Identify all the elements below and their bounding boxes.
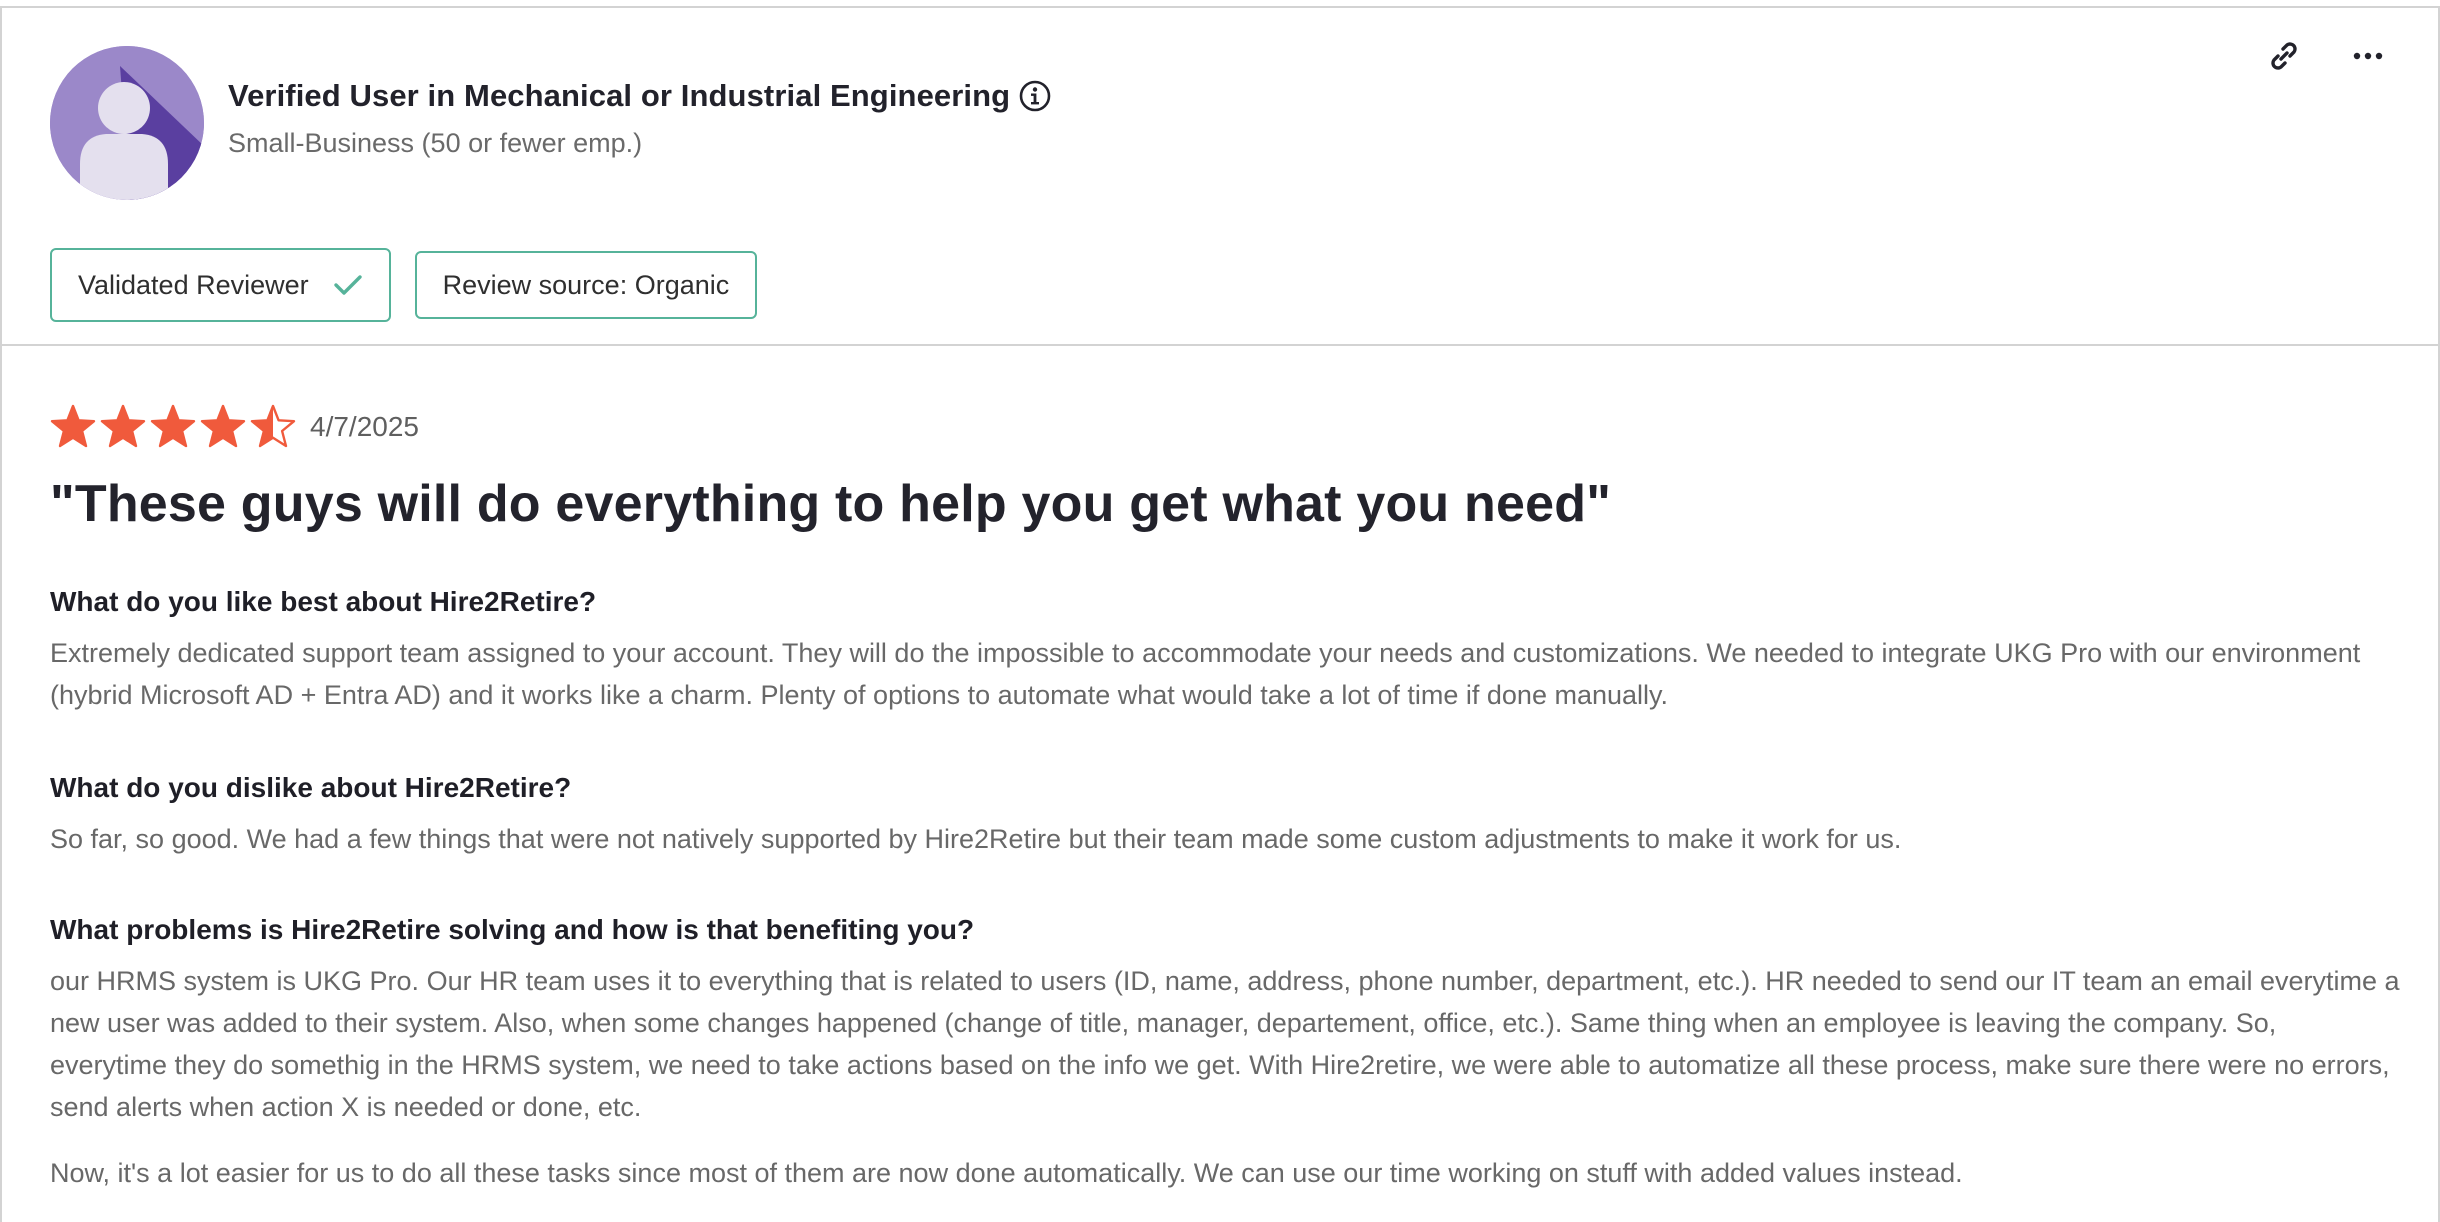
reviewer-badges: Validated Reviewer Review source: Organi… — [50, 248, 758, 322]
review-source-badge: Review source: Organic — [414, 251, 758, 319]
qa-section-problems: What problems is Hire2Retire solving and… — [50, 914, 2400, 1194]
rating-row: 4/7/2025 — [50, 404, 419, 450]
reviewer-company-size: Small-Business (50 or fewer emp.) — [228, 128, 643, 158]
star-full-icon — [150, 404, 196, 448]
reviewer-title-row: Verified User in Mechanical or Industria… — [228, 78, 1052, 114]
review-card: Verified User in Mechanical or Industria… — [0, 6, 2440, 1222]
star-rating — [50, 404, 296, 450]
question-heading: What problems is Hire2Retire solving and… — [50, 914, 975, 945]
link-icon[interactable] — [2266, 38, 2302, 74]
avatar — [50, 46, 204, 200]
review-header: Verified User in Mechanical or Industria… — [2, 8, 2438, 346]
star-full-icon — [50, 404, 96, 448]
qa-section-like: What do you like best about Hire2Retire?… — [50, 586, 2400, 716]
question-heading: What do you dislike about Hire2Retire? — [50, 772, 572, 803]
star-full-icon — [100, 404, 146, 448]
more-horizontal-icon[interactable] — [2350, 38, 2386, 74]
review-actions — [2266, 38, 2386, 74]
question-heading: What do you like best about Hire2Retire? — [50, 586, 597, 617]
qa-section-dislike: What do you dislike about Hire2Retire? S… — [50, 772, 2400, 860]
review-date: 4/7/2025 — [310, 411, 419, 442]
validated-reviewer-badge: Validated Reviewer — [50, 248, 391, 322]
reviewer-title: Verified User in Mechanical or Industria… — [228, 78, 1011, 113]
validated-reviewer-label: Validated Reviewer — [78, 269, 309, 300]
answer-paragraph: So far, so good. We had a few things tha… — [50, 824, 1902, 854]
answer-paragraph: Now, it's a lot easier for us to do all … — [50, 1158, 1963, 1188]
answer-paragraph: Extremely dedicated support team assigne… — [50, 638, 2361, 710]
star-full-icon — [200, 404, 246, 448]
star-half-icon — [250, 404, 296, 448]
info-icon[interactable] — [1018, 79, 1052, 113]
review-title: "These guys will do everything to help y… — [50, 475, 1612, 533]
check-icon — [333, 273, 363, 297]
review-source-label: Review source: Organic — [442, 269, 730, 300]
answer-paragraph: our HRMS system is UKG Pro. Our HR team … — [50, 966, 2400, 1122]
